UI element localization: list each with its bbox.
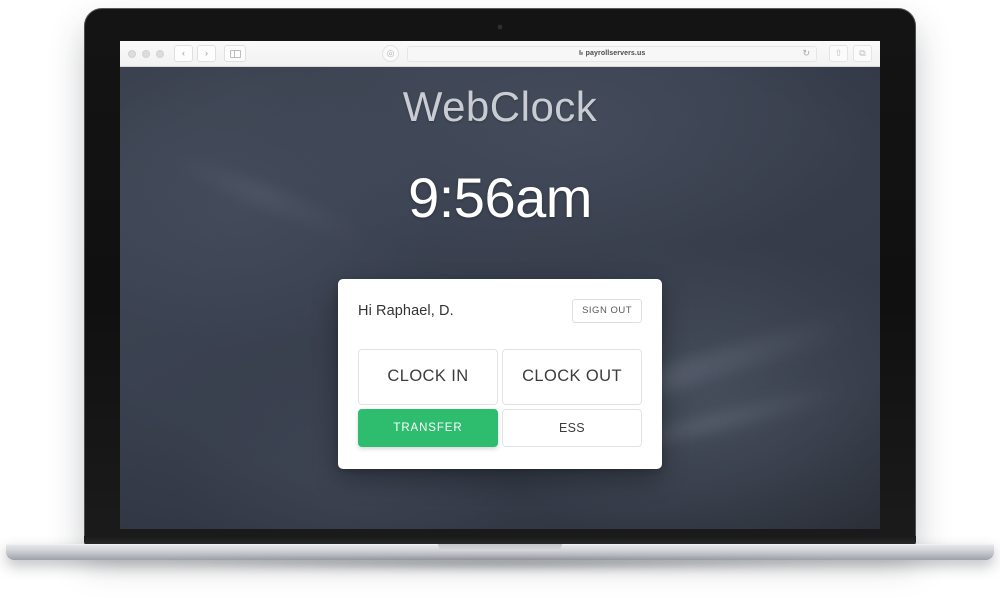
webclock-card: Hi Raphael, D. SIGN OUT CLOCK IN CLOCK O… — [338, 279, 662, 469]
lock-icon — [578, 49, 583, 55]
sign-out-button[interactable]: SIGN OUT — [572, 299, 642, 323]
transfer-button[interactable]: TRANSFER — [358, 408, 498, 447]
screenshot-stage: ‹ › ◎ payrollservers.us ↻ ⇧ ⧉ WebClock 9… — [0, 0, 1000, 598]
address-bar-text-wrap: payrollservers.us — [578, 49, 646, 57]
webclock-page: WebClock 9:56am Hi Raphael, D. SIGN OUT … — [120, 67, 880, 529]
share-icon[interactable]: ⇧ — [829, 45, 848, 62]
zoom-window-button[interactable] — [156, 49, 164, 58]
browser-window: ‹ › ◎ payrollservers.us ↻ ⇧ ⧉ WebClock 9… — [120, 41, 880, 529]
close-window-button[interactable] — [128, 49, 136, 58]
tabs-icon[interactable]: ⧉ — [853, 45, 872, 62]
toolbar-right-actions[interactable]: ⇧ ⧉ — [829, 45, 872, 62]
laptop-base — [6, 544, 994, 560]
page-title: WebClock — [402, 83, 598, 130]
window-traffic-lights[interactable] — [128, 49, 164, 58]
forward-icon[interactable]: › — [197, 45, 216, 62]
browser-toolbar: ‹ › ◎ payrollservers.us ↻ ⇧ ⧉ — [120, 41, 880, 67]
sidebar-icon[interactable] — [224, 45, 246, 62]
clock-in-button[interactable]: CLOCK IN — [358, 348, 498, 405]
minimize-window-button[interactable] — [142, 49, 150, 58]
webcam-icon — [498, 25, 502, 29]
reload-icon[interactable]: ↻ — [802, 49, 810, 58]
card-header: Hi Raphael, D. SIGN OUT — [358, 299, 642, 323]
clock-out-button[interactable]: CLOCK OUT — [502, 348, 642, 405]
address-bar[interactable]: payrollservers.us ↻ — [407, 45, 817, 62]
address-bar-url: payrollservers.us — [585, 50, 646, 57]
laptop-base-notch — [438, 544, 562, 551]
greeting-text: Hi Raphael, D. — [358, 302, 454, 319]
ess-button[interactable]: ESS — [502, 408, 642, 447]
nav-buttons[interactable]: ‹ › — [174, 45, 216, 62]
back-icon[interactable]: ‹ — [174, 45, 193, 62]
current-time: 9:56am — [408, 166, 592, 229]
action-button-grid: CLOCK IN CLOCK OUT TRANSFER ESS — [358, 348, 642, 447]
sidebar-glyph — [229, 49, 241, 58]
laptop-drop-shadow — [40, 560, 960, 574]
shield-icon[interactable]: ◎ — [382, 45, 399, 62]
